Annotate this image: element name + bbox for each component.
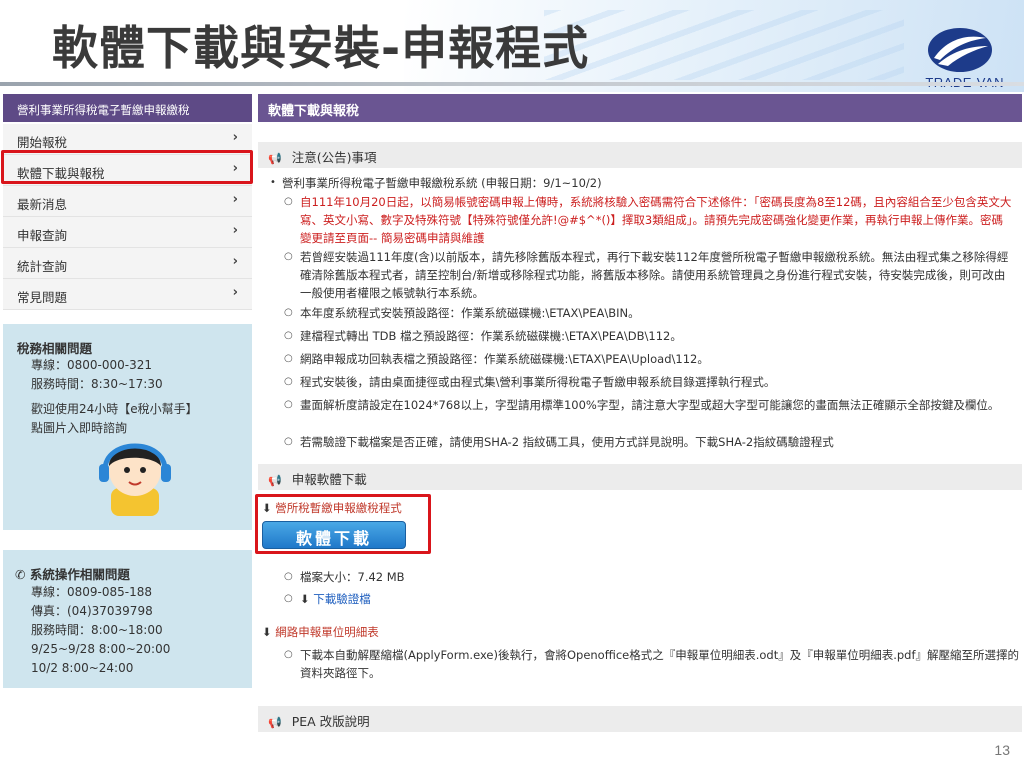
chevron-right-icon: ›	[232, 285, 238, 300]
circle-bullet-icon: ○	[284, 593, 293, 604]
tax-help-phone: 專線：0800-000-321	[31, 358, 153, 372]
sidebar-item-query[interactable]: 申報查詢 ›	[3, 217, 252, 248]
form-description-row: ○ 下載本自動解壓縮檔(ApplyForm.exe)後執行，會將Openoffi…	[270, 646, 1022, 686]
chevron-right-icon: ›	[232, 254, 238, 269]
circle-bullet-icon: ○	[284, 436, 293, 447]
notice-list: • 營利事業所得稅電子暫繳申報繳稅系統 (申報日期：9/1~10/2) ○ 自1…	[270, 174, 1022, 449]
highlight-box-sidebar	[1, 150, 253, 184]
download-section-header: 📢 申報軟體下載	[258, 464, 1022, 490]
notice-item: ○ 建檔程式轉出 TDB 檔之預設路徑：作業系統磁碟機:\ETAX\PEA\DB…	[284, 329, 682, 343]
system-help-box: ✆ 系統操作相關問題 專線：0809-085-188 傳真：(04)370397…	[3, 550, 252, 688]
download-icon: ⬇	[300, 592, 310, 606]
system-help-phone: 專線：0809-085-188	[31, 585, 153, 599]
website-screenshot: 營利事業所得稅電子暫繳申報繳稅 開始報稅 › 軟體下載與報稅 › 最新消息 › …	[0, 92, 1024, 732]
notice-item: ○ 若曾經安裝過111年度(含)以前版本，請先移除舊版本程式，再行下載安裝112…	[284, 250, 1009, 300]
form-description: 下載本自動解壓縮檔(ApplyForm.exe)後執行，會將Openoffice…	[300, 648, 1020, 680]
page-number: 13	[994, 742, 1010, 758]
slide-title: 軟體下載與安裝-申報程式	[52, 21, 590, 75]
chevron-right-icon: ›	[232, 223, 238, 238]
main-title: 軟體下載與報稅	[258, 94, 1022, 122]
circle-bullet-icon: ○	[284, 376, 293, 387]
tax-help-chatbot: 歡迎使用24小時【e稅小幫手】	[31, 402, 198, 416]
download-details: ○ 檔案大小：7.42 MB ○ ⬇ 下載驗證檔	[284, 570, 405, 606]
highlight-box-download	[255, 494, 431, 554]
notice-item: ○ 自111年10月20日起，以簡易帳號密碼申報上傳時，系統將核驗入密碼需符合下…	[284, 195, 1012, 245]
notice-item: ○ 若需驗證下載檔案是否正確，請使用SHA-2 指紋碼工具，使用方式詳見說明。下…	[284, 435, 834, 449]
phone-icon: ✆	[15, 567, 26, 582]
megaphone-icon: 📢	[268, 152, 282, 165]
verify-file-link[interactable]: 下載驗證檔	[313, 592, 371, 606]
sidebar-item-label: 常見問題	[17, 290, 68, 305]
megaphone-icon: 📢	[268, 716, 282, 729]
sidebar-item-label: 申報查詢	[17, 228, 68, 243]
sidebar-item-statistics[interactable]: 統計查詢 ›	[3, 248, 252, 279]
tax-help-box: 稅務相關問題 專線：0800-000-321 服務時間：8:30~17:30 歡…	[3, 324, 252, 530]
bullet-icon: •	[270, 177, 276, 188]
tax-help-hours: 服務時間：8:30~17:30	[31, 377, 163, 391]
system-help-hours-extended: 9/25~9/28 8:00~20:00	[31, 642, 171, 656]
chevron-right-icon: ›	[232, 130, 238, 145]
notice-item: ○ 程式安裝後，請由桌面捷徑或由程式集\營利事業所得稅電子暫繳申報系統目錄選擇執…	[284, 375, 776, 389]
pea-section-header: 📢 PEA 改版說明	[258, 706, 1022, 732]
system-help-hours-final: 10/2 8:00~24:00	[31, 661, 134, 675]
circle-bullet-icon: ○	[284, 251, 293, 262]
circle-bullet-icon: ○	[284, 649, 293, 660]
sidebar-item-faq[interactable]: 常見問題 ›	[3, 279, 252, 310]
circle-bullet-icon: ○	[284, 353, 293, 364]
trade-van-logo	[928, 28, 992, 72]
circle-bullet-icon: ○	[284, 196, 293, 207]
notice-item: ○ 畫面解析度請設定在1024*768以上，字型請用標準100%字型，請注意大字…	[284, 398, 1000, 412]
sidebar-item-label: 統計查詢	[17, 259, 68, 274]
download-icon: ⬇	[262, 625, 272, 639]
notice-section-header: 📢 注意(公告)事項	[258, 142, 1022, 168]
header-divider	[0, 82, 1024, 86]
customer-service-mascot-icon[interactable]	[89, 430, 181, 516]
circle-bullet-icon: ○	[284, 307, 293, 318]
notice-item: ○ 網路申報成功回執表檔之預設路徑：作業系統磁碟機:\ETAX\PEA\Uplo…	[284, 352, 709, 366]
circle-bullet-icon: ○	[284, 330, 293, 341]
circle-bullet-icon: ○	[284, 571, 293, 582]
tax-help-title: 稅務相關問題	[17, 341, 93, 356]
form-title: ⬇ 網路申報單位明細表	[262, 625, 379, 639]
sidebar-title: 營利事業所得稅電子暫繳申報繳稅	[3, 94, 252, 122]
sidebar-item-label: 開始報稅	[17, 135, 68, 150]
sidebar-item-label: 最新消息	[17, 197, 68, 212]
sidebar-item-news[interactable]: 最新消息 ›	[3, 186, 252, 217]
megaphone-icon: 📢	[268, 474, 282, 487]
chevron-right-icon: ›	[232, 192, 238, 207]
system-help-hours: 服務時間：8:00~18:00	[31, 623, 163, 637]
slide-header: 軟體下載與安裝-申報程式 TRADE-VAN	[0, 0, 1024, 92]
circle-bullet-icon: ○	[284, 399, 293, 410]
system-help-fax: 傳真：(04)37039798	[31, 604, 153, 618]
system-help-title: ✆ 系統操作相關問題	[15, 567, 130, 582]
notice-item: ○ 本年度系統程式安裝預設路徑：作業系統磁碟機:\ETAX\PEA\BIN。	[284, 306, 640, 320]
